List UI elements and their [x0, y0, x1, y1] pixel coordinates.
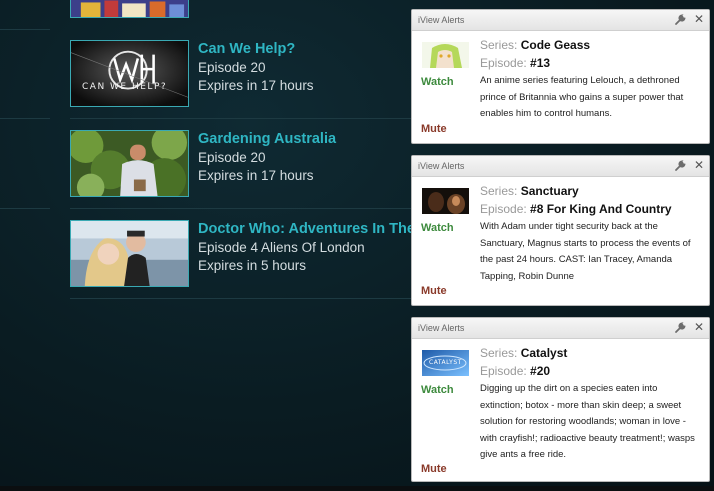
episode-name: #8 For King And Country	[530, 202, 672, 216]
show-expiry: Expires in 17 hours	[198, 168, 314, 183]
episode-line: Episode: #20	[480, 364, 551, 378]
watch-button[interactable]: Watch	[421, 384, 454, 396]
alert-popup: iView Alerts ✕ CATALYST Series: Catalyst…	[411, 317, 710, 482]
row-divider	[70, 208, 411, 209]
row-divider	[70, 118, 411, 119]
watch-button[interactable]: Watch	[421, 76, 454, 88]
alert-header: iView Alerts ✕	[412, 156, 709, 177]
thumbnail-caption: CATALYST	[429, 359, 462, 366]
thumbnail-caption: CAN WE HELP?	[82, 82, 168, 92]
series-line: Series: Catalyst	[480, 346, 568, 360]
alert-header: iView Alerts ✕	[412, 318, 709, 339]
episode-description: Digging up the dirt on a species eaten i…	[480, 383, 695, 461]
episode-line: Episode: #13	[480, 56, 551, 70]
show-title-gardening-australia[interactable]: Gardening Australia	[198, 131, 336, 147]
show-episode: Episode 20	[198, 60, 266, 75]
wrench-icon[interactable]	[674, 13, 687, 26]
show-expiry: Expires in 17 hours	[198, 78, 314, 93]
alert-popup: iView Alerts ✕ Series: Sanctuary Episode…	[411, 155, 710, 306]
show-thumbnail-gardening-australia[interactable]	[70, 130, 189, 197]
series-name: Code Geass	[520, 38, 591, 52]
show-episode: Episode 4 Aliens Of London	[198, 240, 365, 255]
close-icon[interactable]: ✕	[694, 320, 704, 334]
series-line: Series: Code Geass	[480, 38, 591, 52]
show-episode: Episode 20	[198, 150, 266, 165]
row-divider	[0, 118, 50, 119]
episode-line: Episode: #8 For King And Country	[480, 202, 672, 216]
show-expiry: Expires in 5 hours	[198, 258, 307, 273]
episode-name: #20	[530, 364, 551, 378]
show-thumbnail-can-we-help[interactable]	[70, 40, 189, 107]
episode-description: With Adam under tight security back at t…	[480, 221, 691, 282]
close-icon[interactable]: ✕	[694, 158, 704, 172]
alert-header: iView Alerts ✕	[412, 10, 709, 31]
alert-header-title: iView Alerts	[418, 161, 465, 171]
show-title-can-we-help[interactable]: Can We Help?	[198, 41, 295, 57]
show-thumbnail-partial[interactable]	[70, 0, 189, 18]
episode-name: #13	[530, 56, 551, 70]
episode-description: An anime series featuring Lelouch, a det…	[480, 75, 684, 120]
series-name: Sanctuary	[520, 184, 579, 198]
window-bottom-edge	[0, 486, 714, 491]
mute-button[interactable]: Mute	[421, 463, 447, 475]
show-title-doctor-who[interactable]: Doctor Who: Adventures In The	[198, 221, 415, 237]
watch-button[interactable]: Watch	[421, 222, 454, 234]
mute-button[interactable]: Mute	[421, 123, 447, 135]
series-thumbnail	[422, 188, 469, 214]
show-thumbnail-doctor-who[interactable]	[70, 220, 189, 287]
mute-button[interactable]: Mute	[421, 285, 447, 297]
wrench-icon[interactable]	[674, 321, 687, 334]
row-divider	[0, 208, 50, 209]
series-line: Series: Sanctuary	[480, 184, 579, 198]
alert-header-title: iView Alerts	[418, 15, 465, 25]
alert-popup: iView Alerts ✕ Series: Code Geass Episod…	[411, 9, 710, 144]
close-icon[interactable]: ✕	[694, 12, 704, 26]
alert-header-title: iView Alerts	[418, 323, 465, 333]
row-divider	[0, 29, 50, 30]
series-name: Catalyst	[520, 346, 568, 360]
series-thumbnail	[422, 42, 469, 68]
row-divider	[70, 298, 411, 299]
wrench-icon[interactable]	[674, 159, 687, 172]
